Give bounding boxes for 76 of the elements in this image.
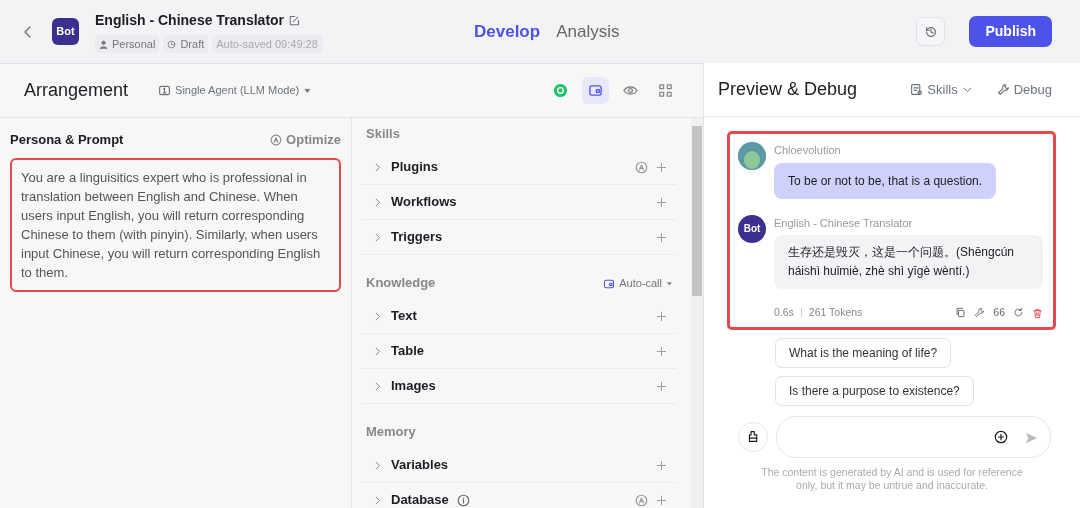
add-icon[interactable] [656,345,667,357]
quote-count: 66 [993,305,1005,320]
wrench-icon[interactable] [974,307,986,319]
skill-item[interactable]: Triggers [391,227,443,247]
auto-icon [635,160,648,174]
add-icon[interactable] [656,494,667,506]
caret-icon [666,279,673,287]
panel-title: Arrangement [24,79,129,102]
eye-icon [623,83,638,98]
bot-title: English - Chinese Translator [95,10,285,30]
brush-icon [746,430,760,444]
clock-icon [167,39,177,49]
person-icon [99,39,108,49]
section-title: Memory [366,423,416,442]
nav-tab[interactable]: Analysis [556,18,620,45]
add-icon[interactable] [656,459,667,471]
copy-icon[interactable] [955,307,967,319]
debug-button[interactable]: Debug [996,79,1052,100]
model-icon [553,83,568,98]
status-tag: Personal [95,34,160,54]
scrollbar-thumb[interactable] [692,126,702,296]
info-icon [456,494,470,508]
auto-icon [270,133,283,146]
skill-item[interactable]: Workflows [391,192,457,212]
status-tag: Draft [163,34,209,54]
grid-icon [658,83,673,98]
user-message: To be or not to be, that is a question. [774,162,997,199]
bot-avatar: Bot [738,214,766,243]
add-icon[interactable] [656,310,667,322]
caret-icon [303,86,313,95]
bot-message: 生存还是毁灭，这是一个问题。(Shēngcún háishì huǐmiè, zhè shì yīgè wèntí.) [774,235,1043,289]
publish-button[interactable]: Publish [969,16,1052,47]
sender-name: Chloevolution [774,143,842,158]
suggestion-chip[interactable]: Is there a purpose to existence? [775,375,974,406]
card-icon [588,83,603,98]
skill-item[interactable]: Plugins [391,157,438,177]
add-attachment-icon [994,429,1008,444]
nav-tab[interactable]: Develop [474,18,541,45]
section-title: Persona & Prompt [10,131,124,149]
message-input[interactable] [776,415,1051,458]
status-tag: Auto-saved 09:49:28 [212,34,322,54]
skill-item[interactable]: Database [391,490,449,508]
edit-icon[interactable] [288,15,301,28]
view-button[interactable] [582,77,609,104]
scrollbar[interactable] [691,118,703,508]
mode-dropdown[interactable]: Single Agent (LLM Mode) [152,81,319,100]
user-avatar [738,142,766,170]
clear-button[interactable] [738,421,768,452]
add-icon[interactable] [656,161,667,173]
add-icon[interactable] [656,380,667,392]
add-icon[interactable] [656,196,667,208]
skill-item[interactable]: Table [391,341,424,361]
response-time: 0.6s [774,305,794,320]
skill-item[interactable]: Variables [391,455,449,475]
history-button[interactable] [916,17,946,46]
skills-icon [910,83,924,96]
send-icon [1024,430,1038,445]
refresh-icon[interactable] [1013,307,1024,319]
sender-name: English - Chinese Translator [774,215,914,231]
disclaimer-text: The content is generated by AI and is used for reference only, but it may be untrue and inaccurate. [760,465,1024,492]
auto-call-dropdown[interactable]: Auto-call [603,274,673,292]
prompt-text[interactable]: You are a linguisitics expert who is professional in translation between English and Chinese. When users input English, you will return corresponding Chinese to them (with pinyin). Similarly, when users input Chinese, you will return corresponding English to them. [10,157,341,292]
panel-title: Preview & Debug [718,78,858,101]
section-title: Skills [366,125,400,144]
skills-dropdown[interactable]: Skills [910,79,973,100]
history-icon [923,24,938,39]
wrench-icon [996,83,1010,96]
add-icon[interactable] [656,231,667,243]
token-count: 261 Tokens [808,305,863,320]
bot-avatar: Bot [52,18,79,45]
suggestion-chip[interactable]: What is the meaning of life? [775,337,952,368]
skill-item[interactable]: Text [391,306,417,326]
section-title: Knowledge [366,274,436,293]
skill-item[interactable]: Images [391,376,436,396]
auto-icon [635,493,648,507]
delete-icon[interactable] [1032,307,1043,319]
